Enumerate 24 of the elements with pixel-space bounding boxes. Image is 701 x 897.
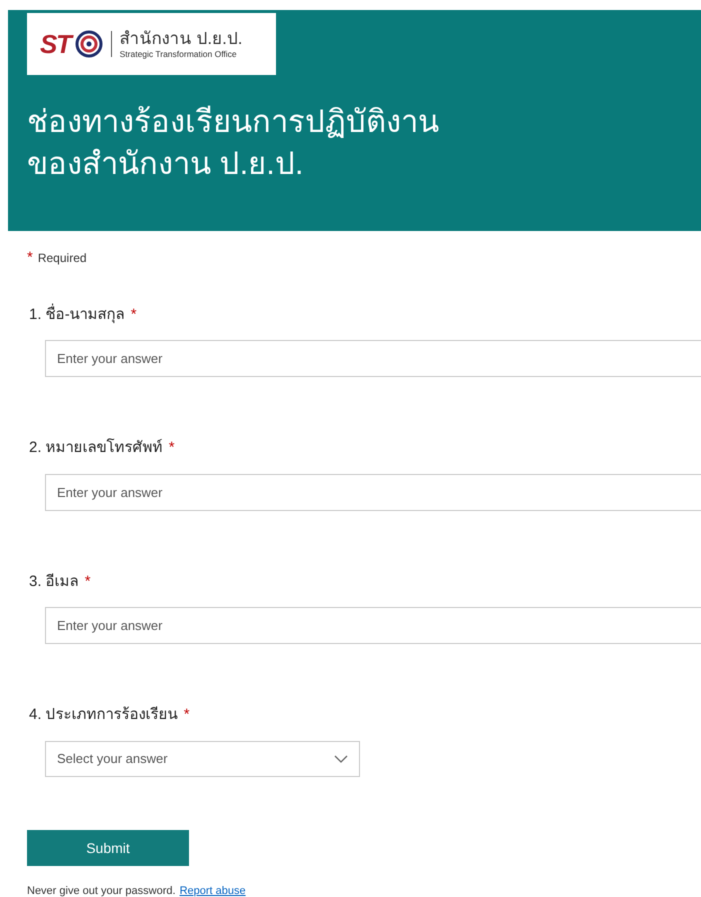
answer-field[interactable]: Enter your answer (45, 340, 701, 377)
required-asterisk: * (130, 304, 137, 324)
required-asterisk: * (184, 705, 190, 725)
chevron-down-icon (334, 754, 348, 762)
required-asterisk: * (27, 248, 33, 268)
logo-name: สำนักงาน ป.ย.ป. (120, 30, 243, 47)
question-label: 1. ชื่อ-นามสกุล (29, 304, 125, 326)
required-note: Required (38, 250, 87, 267)
answer-dropdown[interactable]: Select your answer (45, 740, 360, 776)
answer-field[interactable]: Enter your answer (45, 607, 701, 644)
question-label: 3. อีเมล (29, 572, 79, 592)
answer-field[interactable]: Enter your answer (45, 474, 701, 510)
report-abuse-link[interactable]: Report abuse (180, 883, 246, 897)
submit-button[interactable]: Submit (27, 830, 189, 866)
required-asterisk: * (168, 438, 175, 458)
question-label: 4. ประเภทการร้องเรียน (29, 705, 178, 725)
logo-subtitle: Strategic Transformation Office (120, 50, 238, 58)
question-label: 2. หมายเลขโทรศัพท์ (29, 437, 163, 458)
emblem-icon (74, 30, 103, 58)
form-title: ช่องทางร้องเรียนการปฏิบัติงาน (27, 103, 440, 141)
required-asterisk: * (84, 572, 91, 592)
footer-note: Never give out your password. (27, 884, 176, 897)
form-title: ของสำนักงาน ป.ย.ป. (27, 145, 304, 183)
logo: ST สำนักงาน ป.ย.ป. Strategic Transformation Office (27, 13, 276, 75)
